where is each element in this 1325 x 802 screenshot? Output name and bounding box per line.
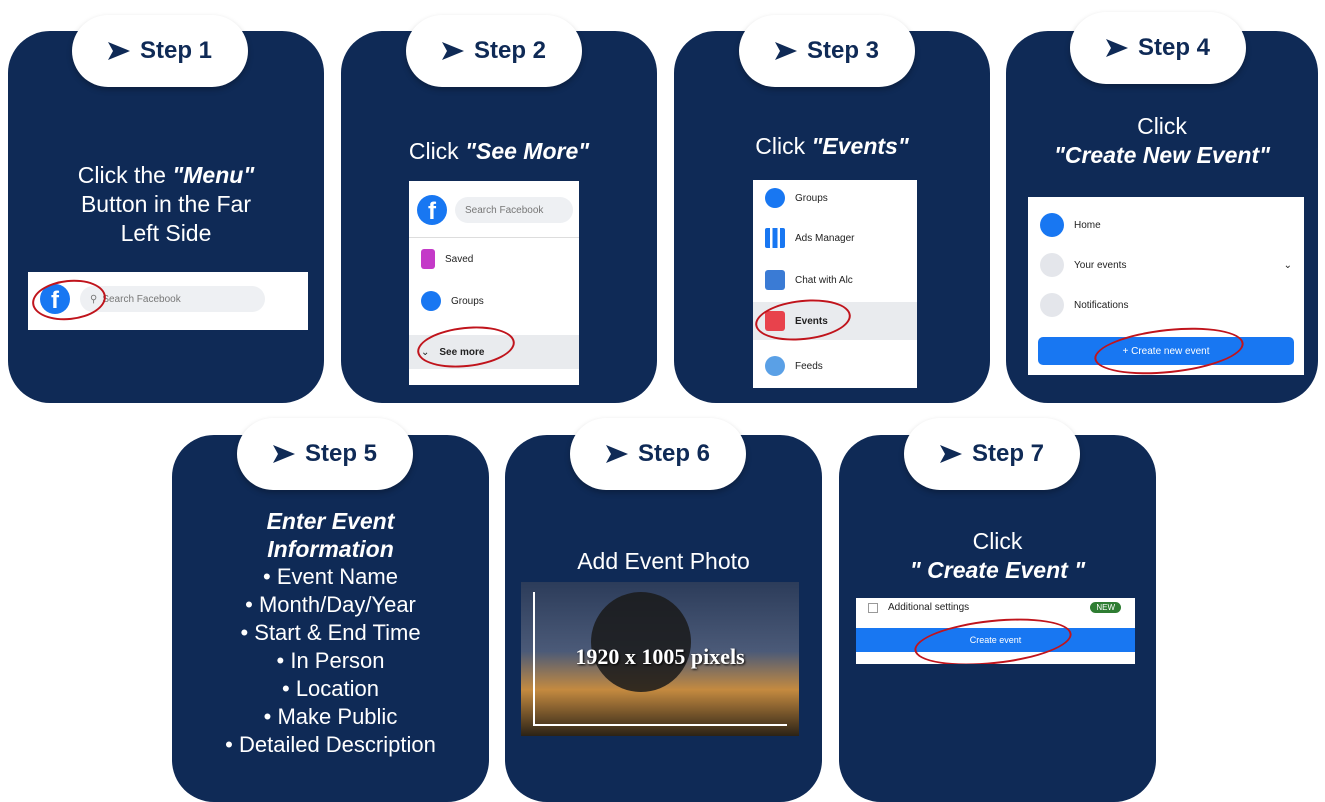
step-4-pill: Step 4 (1070, 12, 1246, 84)
step-1-screenshot: f ⚲ Search Facebook (28, 272, 308, 330)
step-1-text-line1: Click the "Menu" (77, 162, 255, 188)
step-4-screenshot: Home Your events ⌄ Notifications + Creat… (1028, 197, 1304, 375)
bookmark-icon (421, 249, 435, 269)
arrow-right-icon (606, 445, 628, 463)
search-facebook-input[interactable]: Search Facebook (455, 197, 573, 223)
list-item: Month/Day/Year (172, 591, 489, 619)
step-6-text: Add Event Photo (577, 548, 750, 574)
step-7-card: Click " Create Event " Additional settin… (839, 435, 1156, 802)
chevron-down-icon: ⌄ (1283, 259, 1292, 271)
step-3-text: Click "Events" (755, 133, 909, 159)
step-3-pill: Step 3 (739, 15, 915, 87)
search-facebook-input[interactable]: ⚲ Search Facebook (80, 286, 265, 312)
list-item: Event Name (172, 563, 489, 591)
list-item: Make Public (172, 703, 489, 731)
menu-item-chat[interactable]: Chat with Alc (753, 270, 917, 290)
menu-item-groups[interactable]: Groups (753, 188, 917, 208)
event-photo-placeholder: 1920 x 1005 pixels (521, 582, 799, 736)
highlight-circle (912, 611, 1074, 664)
step-7-text-line1: Click (972, 528, 1023, 554)
list-item: Detailed Description (172, 731, 489, 759)
event-info-list: Event Name Month/Day/Year Start & End Ti… (172, 563, 489, 759)
bell-icon (1040, 293, 1064, 317)
step-2-text: Click "See More" (408, 138, 590, 164)
menu-item-your-events[interactable]: Your events ⌄ (1028, 253, 1304, 277)
step-5-title: Enter Event Information (266, 508, 395, 562)
highlight-circle (1092, 321, 1246, 375)
additional-settings-row[interactable]: Additional settings NEW (856, 602, 1135, 613)
step-1-pill: Step 1 (72, 15, 248, 87)
menu-item-feeds[interactable]: Feeds (753, 356, 917, 376)
step-5-card: Enter Event Information Event Name Month… (172, 435, 489, 802)
grid-icon (765, 270, 785, 290)
moon-shape (591, 592, 691, 692)
arrow-right-icon (775, 42, 797, 60)
arrow-right-icon (1106, 39, 1128, 57)
photo-caption: 1920 x 1005 pixels (575, 644, 745, 669)
step-5-pill: Step 5 (237, 418, 413, 490)
step-6-card: Add Event Photo 1920 x 1005 pixels (505, 435, 822, 802)
step-7-text-line2: " Create Event " (909, 557, 1086, 583)
step-1-text-line3: Left Side (120, 220, 212, 246)
user-icon (1040, 253, 1064, 277)
menu-item-home[interactable]: Home (1028, 213, 1304, 237)
facebook-logo-icon: f (417, 195, 447, 225)
list-item: In Person (172, 647, 489, 675)
step-1-text-line2: Button in the Far (80, 191, 252, 217)
menu-item-saved[interactable]: Saved (409, 249, 579, 269)
new-badge: NEW (1090, 602, 1121, 613)
groups-icon (765, 188, 785, 208)
menu-item-groups[interactable]: Groups (409, 291, 579, 311)
arrow-right-icon (442, 42, 464, 60)
step-3-screenshot: Groups Ads Manager Chat with Alc Events … (753, 180, 917, 388)
bar-chart-icon (765, 228, 785, 248)
checkbox-icon (868, 602, 878, 613)
feeds-icon (765, 356, 785, 376)
home-icon (1040, 213, 1064, 237)
arrow-right-icon (940, 445, 962, 463)
arrow-right-icon (108, 42, 130, 60)
step-4-card: Click "Create New Event" Home Your event… (1006, 31, 1318, 403)
menu-item-ads-manager[interactable]: Ads Manager (753, 228, 917, 248)
groups-icon (421, 291, 441, 311)
step-7-screenshot: Additional settings NEW Create event (856, 598, 1135, 664)
step-7-pill: Step 7 (904, 418, 1080, 490)
step-2-pill: Step 2 (406, 15, 582, 87)
list-item: Start & End Time (172, 619, 489, 647)
step-6-pill: Step 6 (570, 418, 746, 490)
arrow-right-icon (273, 445, 295, 463)
step-4-text-line1: Click (1137, 113, 1187, 139)
step-4-text-line2: "Create New Event" (1053, 142, 1271, 168)
list-item: Location (172, 675, 489, 703)
step-2-screenshot: f Search Facebook Saved Groups ⌄ See mor… (409, 181, 579, 385)
menu-item-notifications[interactable]: Notifications (1028, 293, 1304, 317)
